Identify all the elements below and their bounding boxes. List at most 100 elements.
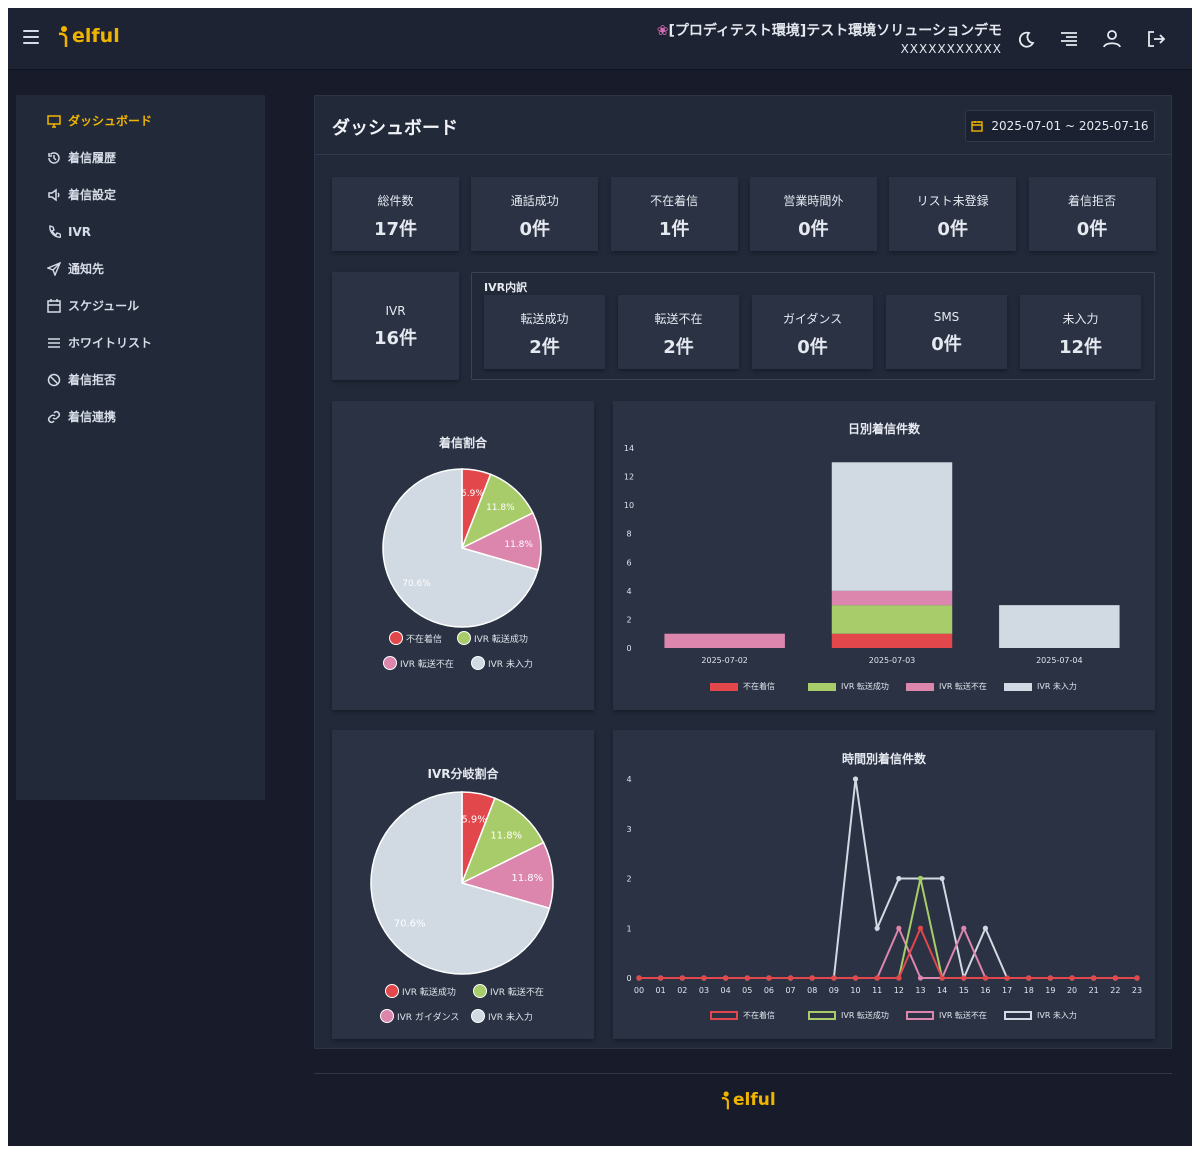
x-tick-label-0: 00	[634, 986, 644, 995]
logout-icon[interactable]	[1145, 28, 1167, 50]
line-point-0-20[interactable]	[1069, 975, 1075, 981]
bar-1-0[interactable]	[831, 633, 953, 648]
date-range-picker[interactable]: 2025-07-01 ~ 2025-07-16	[965, 110, 1155, 142]
line-point-0-15[interactable]	[961, 975, 967, 981]
bar-1-2[interactable]	[831, 590, 953, 606]
sidebar-item-6[interactable]: ホワイトリスト	[16, 324, 265, 361]
y-tick-label-2: 4	[626, 587, 631, 596]
legend-item-3[interactable]: IVR 未入力	[1004, 681, 1077, 692]
line-point-3-16[interactable]	[982, 925, 989, 931]
menu-icon[interactable]	[23, 30, 39, 44]
stat-label: ガイダンス	[782, 312, 843, 326]
sidebar-item-1[interactable]: 着信履歴	[16, 139, 265, 176]
app-logo[interactable]: elful	[58, 25, 120, 47]
legend-item-1[interactable]: IVR 転送成功	[808, 681, 889, 692]
line-point-3-10[interactable]	[852, 776, 859, 782]
line-point-0-21[interactable]	[1091, 975, 1097, 981]
line-point-0-8[interactable]	[809, 975, 815, 981]
line-series-2[interactable]	[639, 925, 1137, 979]
legend-item-1[interactable]: IVR 転送不在	[473, 984, 544, 998]
line-point-0-5[interactable]	[744, 975, 750, 981]
line-point-2-13[interactable]	[917, 975, 924, 981]
x-tick-label-23: 23	[1132, 986, 1142, 995]
stat-value: 0件	[798, 219, 829, 240]
line-point-3-11[interactable]	[874, 925, 880, 931]
line-point-0-11[interactable]	[874, 975, 880, 981]
line-point-3-14[interactable]	[939, 875, 945, 882]
line-point-0-4[interactable]	[723, 975, 729, 981]
line-point-0-6[interactable]	[766, 975, 772, 981]
ivr-stat-card-2: ガイダンス 0件	[752, 295, 873, 369]
user-icon[interactable]	[1101, 28, 1123, 50]
line-point-0-0[interactable]	[636, 975, 642, 981]
logo-text: elful	[72, 25, 120, 47]
line-point-0-17[interactable]	[1004, 975, 1010, 981]
line-series-3[interactable]	[639, 778, 1137, 982]
flower-icon: ❀	[656, 23, 669, 39]
line-point-0-16[interactable]	[982, 975, 989, 981]
sidebar-item-label: 通知先	[68, 262, 105, 276]
line-point-0-12[interactable]	[896, 975, 902, 981]
stat-value: 0件	[519, 219, 551, 240]
legend-item-3[interactable]: IVR 未入力	[471, 656, 533, 670]
bar-1-1[interactable]	[831, 605, 953, 634]
legend-item-0[interactable]: 不在着信	[710, 681, 775, 692]
legend-item-2[interactable]: IVR 転送不在	[906, 1010, 987, 1021]
line-point-1-13[interactable]	[917, 875, 924, 882]
sidebar-item-7[interactable]: 着信拒否	[16, 361, 265, 398]
legend-item-1[interactable]: IVR 転送成功	[808, 1010, 889, 1021]
legend-swatch	[1004, 682, 1032, 691]
line-point-0-19[interactable]	[1047, 975, 1053, 981]
line-point-0-18[interactable]	[1026, 975, 1032, 981]
list-icon[interactable]	[1058, 28, 1080, 50]
legend-item-3[interactable]: IVR 未入力	[1004, 1010, 1077, 1021]
bar-2-3[interactable]	[999, 605, 1120, 648]
line-point-0-22[interactable]	[1112, 975, 1118, 981]
sidebar-item-3[interactable]: IVR	[16, 213, 265, 250]
line-series-1[interactable]	[639, 878, 1137, 979]
line-point-0-14[interactable]	[939, 975, 945, 981]
sidebar-item-0[interactable]: ダッシュボード	[16, 102, 265, 139]
line-point-0-1[interactable]	[658, 975, 664, 981]
y-tick-label-7: 14	[624, 444, 634, 453]
sidebar-item-2[interactable]: 着信設定	[16, 176, 265, 213]
footer-logo-text: elful	[733, 1090, 776, 1110]
legend-item-2[interactable]: IVR 転送不在	[383, 656, 454, 670]
line-point-0-10[interactable]	[852, 975, 859, 981]
ivr-breakdown-header: IVR内訳	[484, 281, 528, 294]
bar-chart-daily: 0 2 4 6 8 10 12 14 2025-07-02 2025-07-03 2025-07-0…	[624, 444, 1120, 665]
x-tick-label-19: 19	[1045, 986, 1055, 995]
line-point-0-23[interactable]	[1134, 975, 1140, 981]
x-tick-label-21: 21	[1089, 986, 1099, 995]
x-tick-label-4: 04	[721, 986, 731, 995]
sidebar-item-5[interactable]: スケジュール	[16, 287, 265, 324]
legend-item-0[interactable]: 不在着信	[710, 1010, 775, 1021]
y-tick-label-4: 4	[626, 775, 631, 784]
send-icon	[47, 261, 61, 276]
sidebar-item-4[interactable]: 通知先	[16, 250, 265, 287]
line-point-0-3[interactable]	[701, 975, 707, 981]
ivr-stat-card-0: 転送成功 2件	[484, 295, 605, 369]
legend-item-1[interactable]: IVR 転送成功	[457, 631, 528, 645]
sidebar-item-8[interactable]: 着信連携	[16, 398, 265, 435]
line-point-0-2[interactable]	[679, 975, 685, 981]
legend-item-3[interactable]: IVR 未入力	[471, 1009, 533, 1023]
line-point-3-12[interactable]	[896, 875, 902, 882]
ivr-stat-card-3: SMS 0件	[886, 295, 1007, 369]
bar-0-2[interactable]	[664, 633, 785, 648]
stat-value: 0件	[797, 337, 828, 358]
y-tick-label-3: 6	[626, 558, 631, 567]
moon-icon[interactable]	[1015, 28, 1037, 50]
legend-item-0[interactable]: IVR 転送成功	[385, 984, 456, 998]
history-icon	[48, 151, 60, 164]
environment-title: ❀[プロディテスト環境]テスト環境ソリューションデモ	[657, 20, 1002, 40]
line-point-2-12[interactable]	[896, 925, 902, 931]
legend-item-0[interactable]: 不在着信	[389, 631, 442, 645]
legend-item-2[interactable]: IVR ガイダンス	[380, 1009, 459, 1023]
line-point-2-15[interactable]	[961, 925, 967, 931]
bar-1-3[interactable]	[831, 462, 953, 591]
line-point-0-9[interactable]	[831, 975, 837, 981]
line-point-0-7[interactable]	[787, 975, 794, 981]
legend-item-2[interactable]: IVR 転送不在	[906, 681, 987, 692]
line-point-0-13[interactable]	[917, 925, 924, 931]
